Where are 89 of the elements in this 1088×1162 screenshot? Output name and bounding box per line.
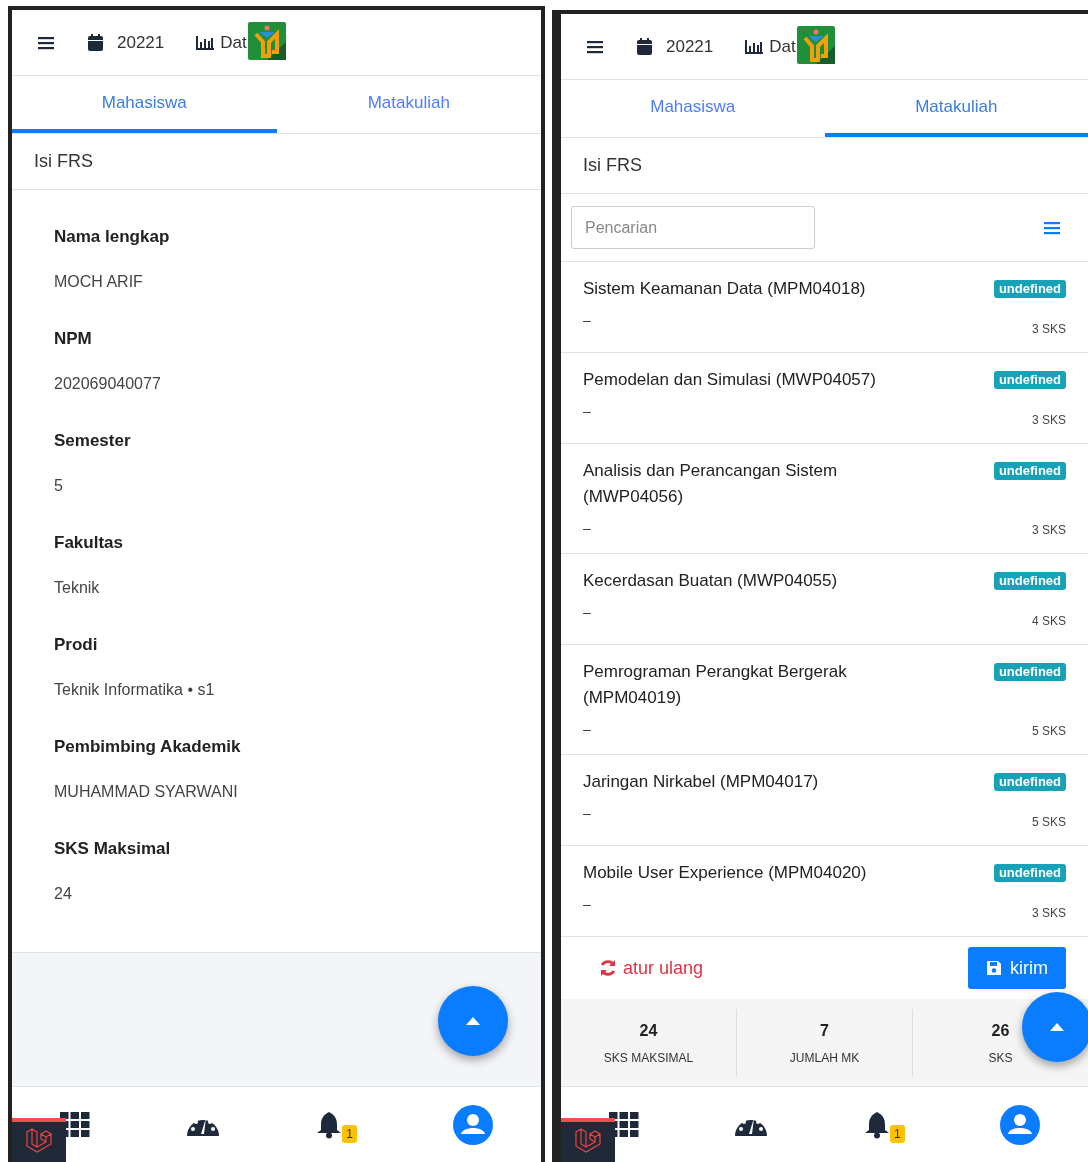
course-row[interactable]: Mobile User Experience (MPM04020) – undefined 3 SKS — [561, 846, 1088, 937]
course-note: – — [583, 519, 592, 538]
course-note: – — [583, 402, 592, 421]
status-badge: undefined — [993, 864, 1066, 882]
course-row[interactable]: Analisis dan Perancangan Sistem (MWP04056) – undefined 3 SKS — [561, 444, 1088, 554]
course-row[interactable]: Sistem Keamanan Data (MPM04018) – undefined 3 SKS — [561, 262, 1088, 353]
semester-label[interactable]: 20221 — [117, 29, 165, 56]
caret-up-icon — [1050, 1023, 1064, 1031]
status-badge: undefined — [993, 462, 1066, 480]
calendar-icon — [88, 34, 103, 51]
sks-label: 5 SKS — [1031, 814, 1066, 831]
bell-icon[interactable] — [316, 1110, 343, 1139]
debugbar-tab[interactable] — [12, 1118, 66, 1162]
sync-icon — [599, 959, 617, 977]
logo-icon — [247, 21, 286, 60]
course-row[interactable]: Jaringan Nirkabel (MPM04017) – undefined 5 SKS — [561, 755, 1088, 846]
calendar-icon — [637, 38, 652, 55]
field-label: NPM — [54, 328, 93, 350]
tab[interactable]: Matakuliah — [824, 80, 1088, 137]
course-row[interactable]: Pemrograman Perangkat Bergerak (MPM04019) – undefined 5 SKS — [561, 645, 1088, 755]
summary-value: 24 — [639, 1020, 658, 1041]
tab[interactable]: Matakuliah — [276, 76, 541, 133]
sks-label: 3 SKS — [1031, 321, 1066, 338]
sks-label: 5 SKS — [1031, 723, 1066, 740]
course-note: – — [583, 720, 592, 739]
profile-avatar-icon[interactable] — [1000, 1104, 1041, 1145]
field-label: Nama lengkap — [54, 226, 171, 248]
search-field[interactable]: Pencarian — [571, 206, 815, 249]
save-icon — [986, 960, 1002, 976]
data-menu-label[interactable]: Dat — [769, 33, 796, 60]
summary-value: 26 — [991, 1020, 1010, 1041]
submit-button[interactable]: kirim — [968, 947, 1066, 989]
menu-icon[interactable] — [587, 39, 603, 54]
field-label: Fakultas — [54, 532, 124, 554]
field-value: Teknik Informatika • s1 — [54, 679, 216, 700]
course-note: – — [583, 311, 592, 330]
summary-label: SKS MAKSIMAL — [603, 1049, 694, 1067]
notification-badge: 1 — [342, 1124, 357, 1143]
bell-icon[interactable] — [863, 1110, 890, 1139]
status-badge: undefined — [993, 280, 1066, 298]
notification-badge: 1 — [889, 1124, 905, 1143]
reset-button[interactable]: atur ulang — [599, 954, 704, 982]
field-value: MUHAMMAD SYARWANI — [54, 781, 239, 802]
logo-icon — [796, 25, 835, 64]
course-row[interactable]: Pemodelan dan Simulasi (MWP04057) – undefined 3 SKS — [561, 353, 1088, 444]
status-badge: undefined — [993, 773, 1066, 791]
course-note: – — [583, 603, 592, 622]
semester-label[interactable]: 20221 — [666, 33, 714, 60]
status-badge: undefined — [993, 663, 1066, 681]
field-value: 5 — [54, 475, 64, 496]
sks-label: 3 SKS — [1031, 412, 1066, 429]
sks-label: 4 SKS — [1031, 613, 1066, 630]
course-note: – — [583, 804, 592, 823]
field-label: SKS Maksimal — [54, 838, 172, 860]
summary-value: 7 — [820, 1020, 829, 1041]
field-value: 202069040077 — [54, 373, 162, 394]
course-title: Mobile User Experience (MPM04020) — [583, 862, 868, 884]
field-value: Teknik — [54, 577, 101, 598]
menu-icon[interactable] — [38, 35, 54, 50]
course-title: Sistem Keamanan Data (MPM04018) — [583, 278, 867, 300]
status-badge: undefined — [993, 371, 1066, 389]
course-title: Kecerdasan Buatan (MWP04055) — [583, 570, 839, 592]
list-icon[interactable] — [1044, 220, 1060, 235]
field-label: Pembimbing Akademik — [54, 736, 242, 758]
course-title: Analisis dan Perancangan Sistem (MWP04056) — [583, 460, 839, 508]
field-value: MOCH ARIF — [54, 271, 144, 292]
summary-label: SKS — [988, 1049, 1013, 1067]
course-title: Jaringan Nirkabel (MPM04017) — [583, 771, 820, 793]
field-value: 24 — [54, 883, 73, 904]
tab[interactable]: Mahasiswa — [561, 80, 825, 137]
status-badge: undefined — [993, 572, 1066, 590]
sks-label: 3 SKS — [1031, 905, 1066, 922]
profile-avatar-icon[interactable] — [452, 1104, 493, 1145]
field-label: Prodi — [54, 634, 99, 656]
chart-icon — [745, 39, 764, 54]
course-row[interactable]: Kecerdasan Buatan (MWP04055) – undefined 4 SKS — [561, 554, 1088, 645]
course-title: Pemodelan dan Simulasi (MWP04057) — [583, 369, 877, 391]
summary-label: JUMLAH MK — [789, 1049, 860, 1067]
course-title: Pemrograman Perangkat Bergerak (MPM04019) — [583, 661, 848, 709]
section-title: Isi FRS — [34, 150, 93, 173]
chart-icon — [196, 35, 215, 50]
sks-label: 3 SKS — [1031, 522, 1066, 539]
field-label: Semester — [54, 430, 132, 452]
tab[interactable]: Mahasiswa — [12, 76, 277, 133]
data-menu-label[interactable]: Dat — [220, 29, 247, 56]
caret-up-icon — [466, 1017, 480, 1025]
course-note: – — [583, 895, 592, 914]
section-title: Isi FRS — [583, 154, 642, 177]
debugbar-tab[interactable] — [561, 1118, 615, 1162]
